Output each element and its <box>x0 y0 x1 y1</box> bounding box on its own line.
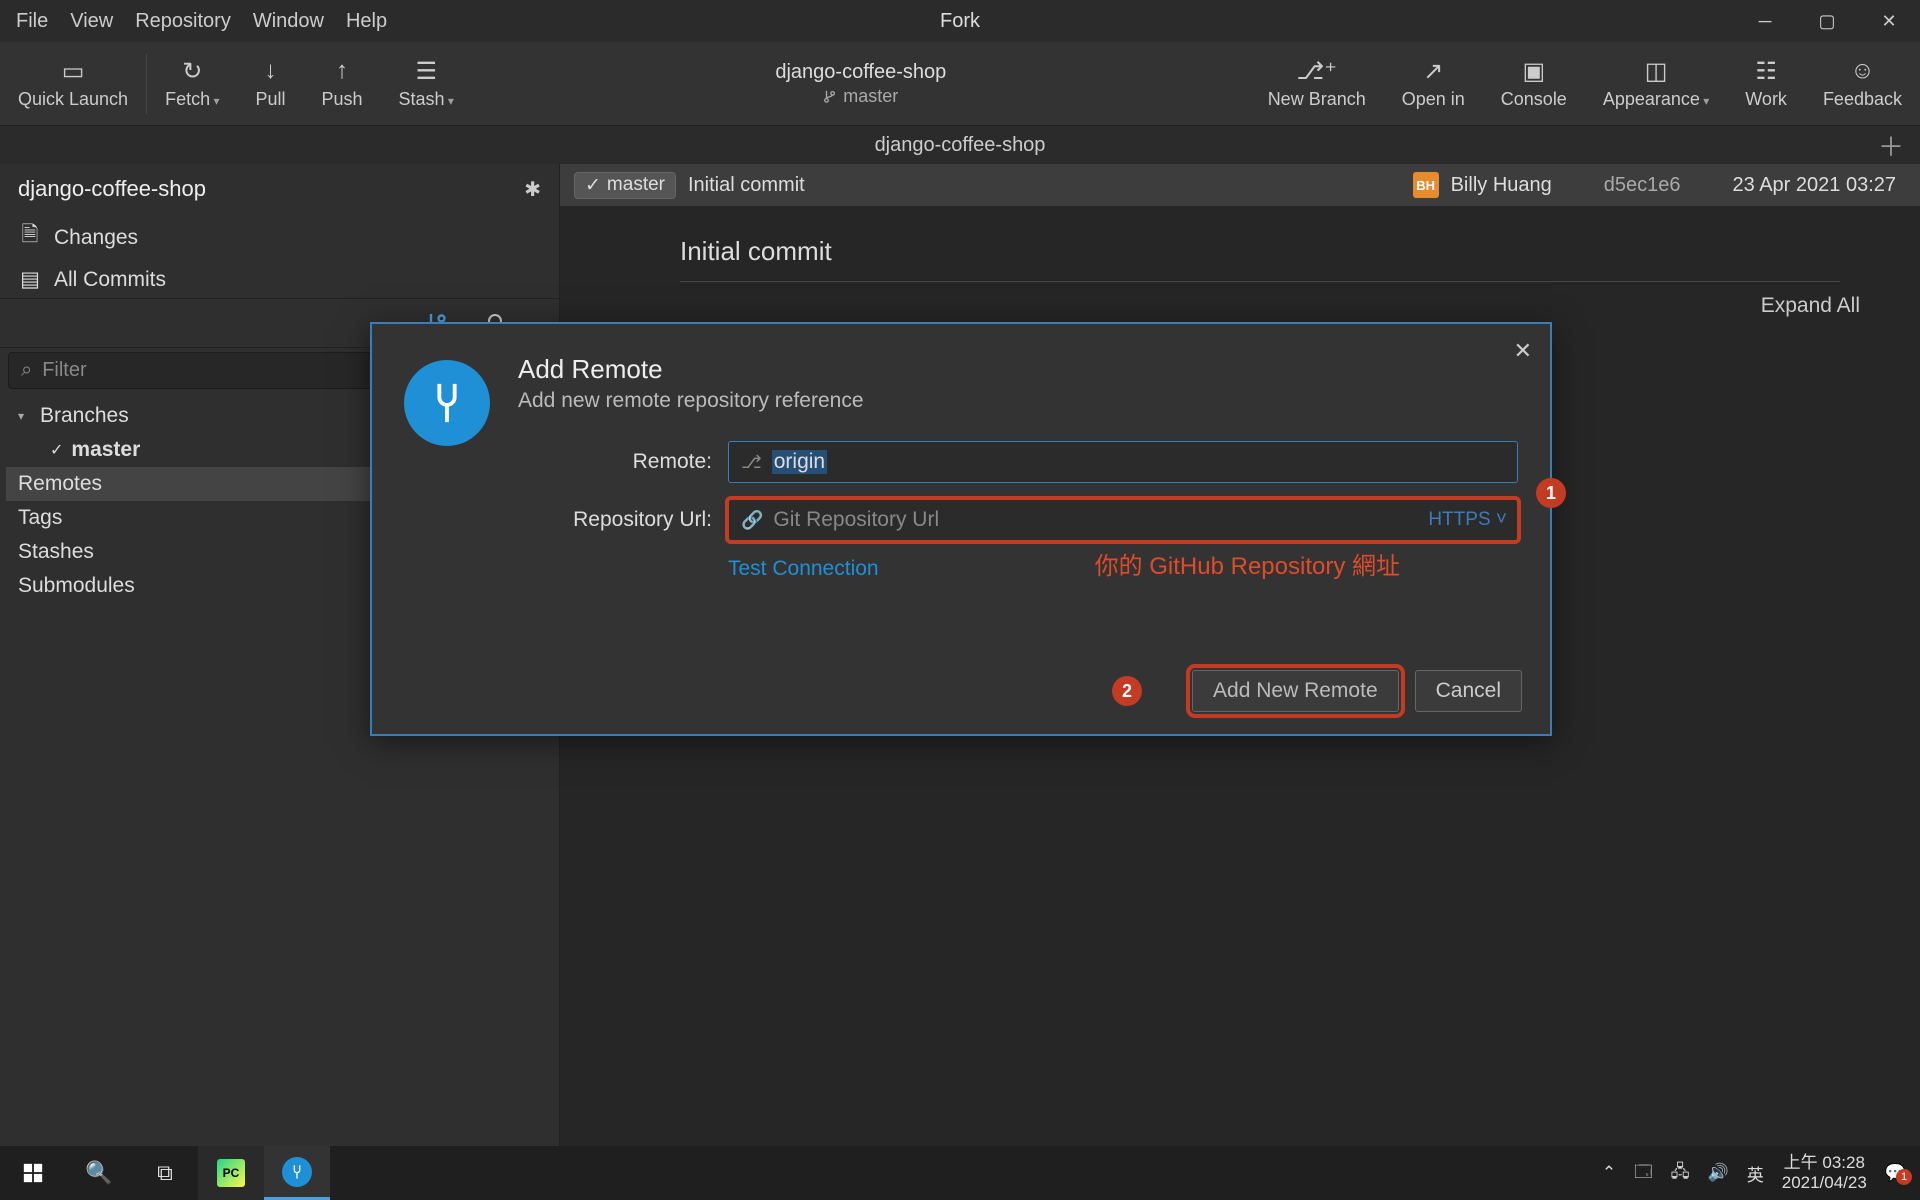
annotation-badge-2: 2 <box>1112 676 1142 706</box>
commit-detail-title: Initial commit <box>680 236 1840 282</box>
titlebar: File View Repository Window Help Fork ─ … <box>0 0 1920 42</box>
annotation-badge-1: 1 <box>1536 478 1566 508</box>
menu-bar: File View Repository Window Help <box>0 10 387 33</box>
push-icon: ↑ <box>336 57 348 85</box>
filter-placeholder: Filter <box>42 359 86 382</box>
fork-icon <box>404 360 490 446</box>
sidebar-changes[interactable]: 🗎 Changes <box>0 214 559 261</box>
appearance-button[interactable]: ◫ Appearance <box>1585 42 1727 125</box>
commit-message: Initial commit <box>688 174 805 197</box>
add-remote-dialog: ✕ Add Remote Add new remote repository r… <box>370 322 1552 736</box>
window-minimize[interactable]: ─ <box>1734 0 1796 42</box>
app-title: Fork <box>940 10 980 33</box>
notifications-button[interactable]: 💬 <box>1885 1163 1906 1183</box>
commit-author: Billy Huang <box>1451 174 1552 197</box>
feedback-icon: ☺ <box>1850 57 1875 85</box>
repo-tab-branch: master <box>843 86 898 107</box>
taskbar-fork[interactable] <box>264 1146 330 1200</box>
test-connection-link[interactable]: Test Connection <box>728 557 879 581</box>
commit-date: 23 Apr 2021 03:27 <box>1733 174 1896 197</box>
work-button[interactable]: ☷ Work <box>1727 42 1805 125</box>
tab-name[interactable]: django-coffee-shop <box>875 134 1046 157</box>
quick-launch-button[interactable]: ▭ Quick Launch <box>0 42 146 125</box>
sidebar-repo-name: django-coffee-shop <box>18 176 206 202</box>
new-tab-button[interactable]: ＋ <box>1878 127 1904 164</box>
annotation-note: 你的 GitHub Repository 網址 <box>1095 546 1400 581</box>
remote-label: Remote: <box>518 450 728 474</box>
feedback-button[interactable]: ☺ Feedback <box>1805 42 1920 125</box>
stash-icon: ☰ <box>415 57 437 85</box>
window-close[interactable]: ✕ <box>1858 0 1920 42</box>
fetch-button[interactable]: ↻ Fetch <box>147 42 237 125</box>
pull-button[interactable]: ↓ Pull <box>237 42 303 125</box>
branch-icon: ⎇ <box>741 452 762 473</box>
sidebar-all-commits[interactable]: ▤ All Commits <box>0 261 559 298</box>
toolbar: ▭ Quick Launch ↻ Fetch ↓ Pull ↑ Push ☰ S… <box>0 42 1920 126</box>
link-icon: 🔗 <box>741 510 763 531</box>
window-maximize[interactable]: ▢ <box>1796 0 1858 42</box>
tray-battery-icon[interactable]: 🗔 <box>1634 1159 1652 1188</box>
menu-view[interactable]: View <box>70 10 113 33</box>
tray-ime[interactable]: 英 <box>1747 1161 1764 1186</box>
taskbar-clock[interactable]: 上午 03:282021/04/23 <box>1782 1153 1867 1192</box>
taskbar-search[interactable]: 🔍 <box>66 1146 132 1200</box>
expand-all-button[interactable]: Expand All <box>1761 294 1860 318</box>
sidebar-all-commits-label: All Commits <box>54 268 166 292</box>
menu-window[interactable]: Window <box>253 10 324 33</box>
cancel-button[interactable]: Cancel <box>1415 670 1522 712</box>
gear-icon[interactable]: ✱ <box>524 177 541 202</box>
repo-tab[interactable]: django-coffee-shop master <box>472 61 1250 107</box>
commit-hash: d5ec1e6 <box>1604 174 1681 197</box>
url-placeholder: Git Repository Url <box>773 508 939 532</box>
open-in-button[interactable]: ↗ Open in <box>1384 42 1483 125</box>
pull-icon: ↓ <box>264 57 276 85</box>
url-label: Repository Url: <box>518 508 728 532</box>
console-button[interactable]: ▣ Console <box>1483 42 1585 125</box>
remote-name-input[interactable]: ⎇ origin <box>728 441 1518 483</box>
commit-row[interactable]: ✓ master Initial commit BH Billy Huang d… <box>560 164 1920 206</box>
repository-url-input[interactable]: 🔗 Git Repository Url HTTPS ˅ <box>728 499 1518 541</box>
start-button[interactable] <box>0 1146 66 1200</box>
sidebar-changes-label: Changes <box>54 226 138 250</box>
tab-strip: django-coffee-shop ＋ <box>0 126 1920 164</box>
folder-icon: ▭ <box>62 57 85 85</box>
fetch-icon: ↻ <box>182 57 202 85</box>
changes-icon: 🗎 <box>18 220 42 255</box>
commits-icon: ▤ <box>18 267 42 292</box>
dialog-subtitle: Add new remote repository reference <box>518 389 1518 413</box>
branch-pill[interactable]: ✓ master <box>574 172 676 199</box>
push-button[interactable]: ↑ Push <box>303 42 380 125</box>
remote-name-value: origin <box>772 450 827 474</box>
taskbar-pycharm[interactable]: PC <box>198 1146 264 1200</box>
new-branch-icon: ⎇⁺ <box>1297 57 1337 85</box>
tray-network-icon[interactable]: 🖧 <box>1671 1159 1690 1188</box>
appearance-icon: ◫ <box>1645 57 1668 85</box>
taskbar: 🔍 ⧉ PC ⌃ 🗔 🖧 🔊 英 上午 03:282021/04/23 💬 <box>0 1146 1920 1200</box>
console-icon: ▣ <box>1522 57 1545 85</box>
tray-overflow-icon[interactable]: ⌃ <box>1602 1163 1616 1183</box>
open-in-icon: ↗ <box>1423 57 1443 85</box>
protocol-dropdown[interactable]: HTTPS ˅ <box>1428 509 1507 531</box>
work-icon: ☷ <box>1755 57 1777 85</box>
menu-file[interactable]: File <box>16 10 48 33</box>
add-new-remote-button[interactable]: Add New Remote <box>1192 670 1399 712</box>
menu-repository[interactable]: Repository <box>135 10 231 33</box>
menu-help[interactable]: Help <box>346 10 387 33</box>
task-view[interactable]: ⧉ <box>132 1146 198 1200</box>
search-icon: ⌕ <box>21 359 32 382</box>
author-avatar: BH <box>1413 172 1439 198</box>
dialog-close-button[interactable]: ✕ <box>1514 338 1532 364</box>
new-branch-button[interactable]: ⎇⁺ New Branch <box>1250 42 1384 125</box>
tray-volume-icon[interactable]: 🔊 <box>1708 1163 1729 1183</box>
stash-button[interactable]: ☰ Stash <box>381 42 472 125</box>
repo-tab-name: django-coffee-shop <box>775 61 946 84</box>
branch-icon <box>823 89 837 103</box>
dialog-title: Add Remote <box>518 354 1518 385</box>
